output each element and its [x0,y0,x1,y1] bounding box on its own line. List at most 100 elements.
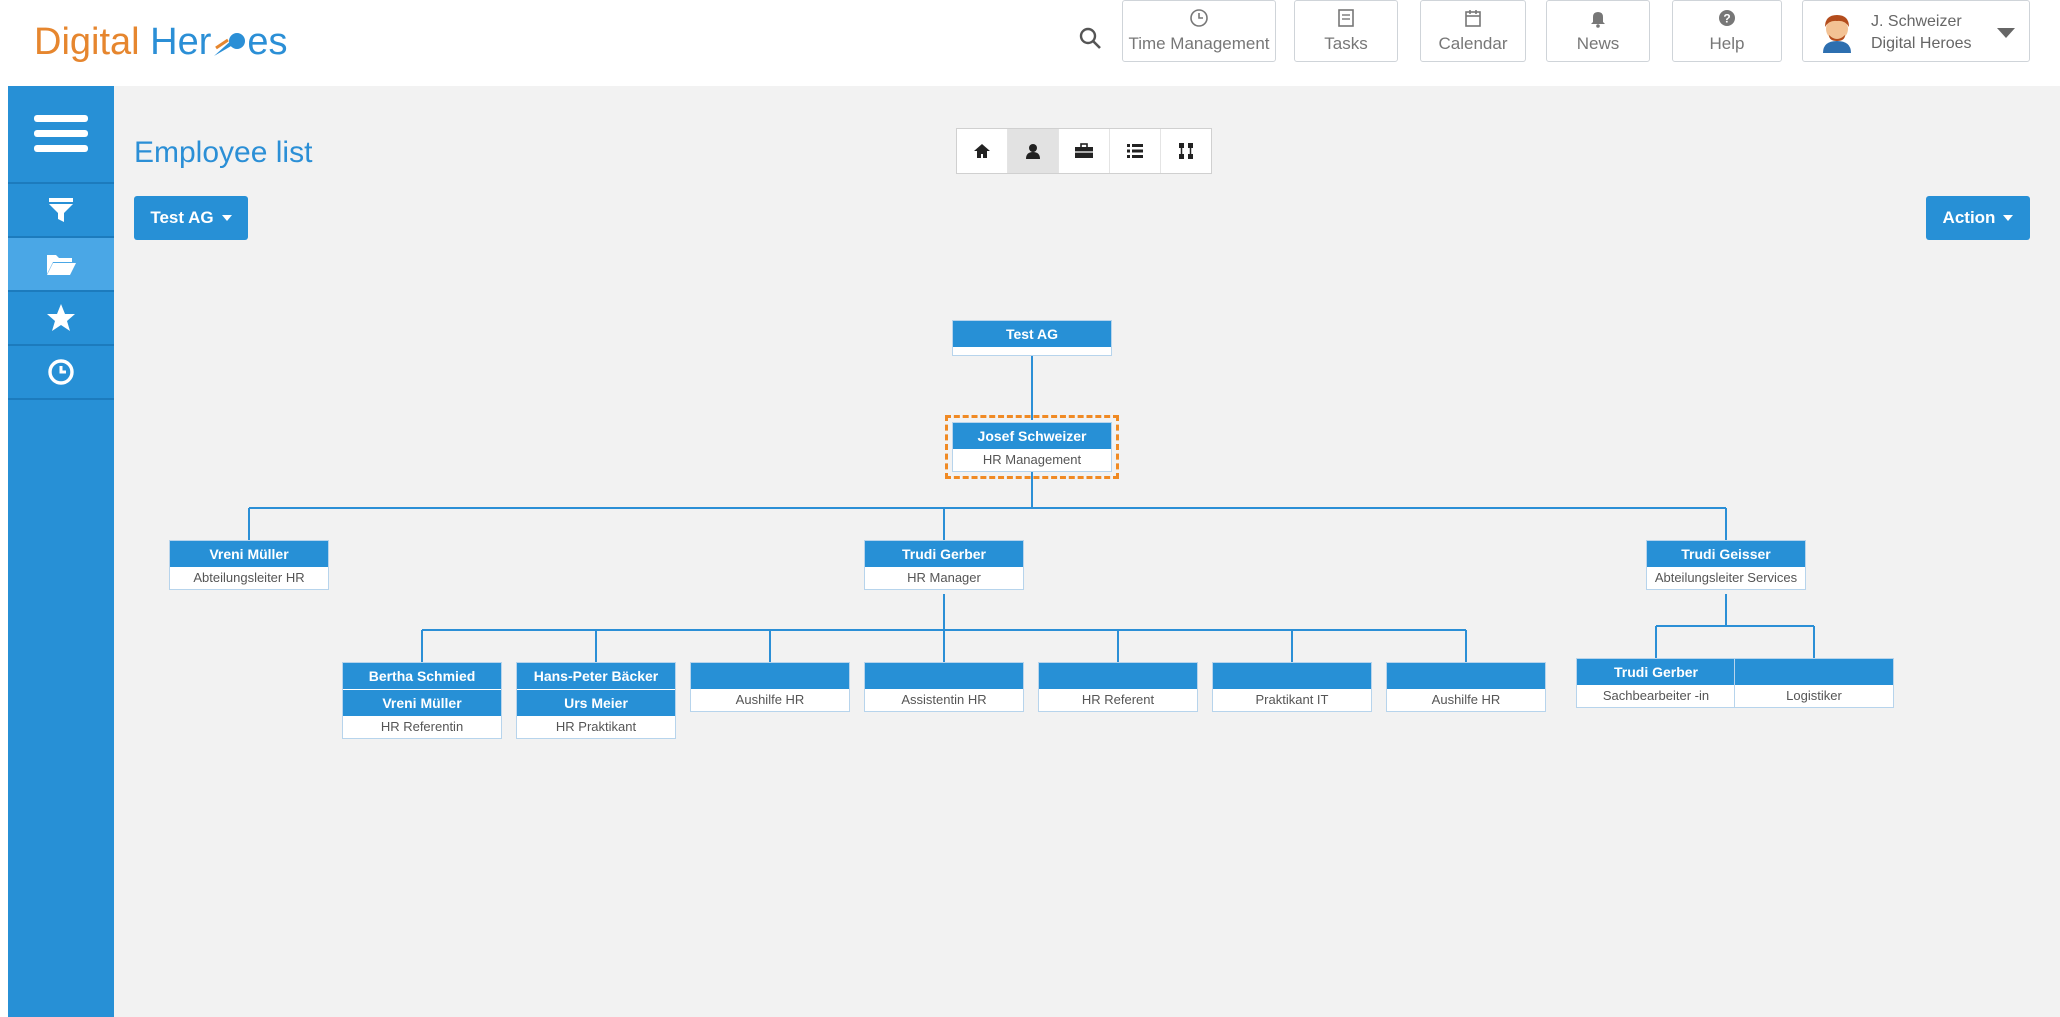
org-node-head[interactable]: Josef Schweizer HR Management [945,415,1119,479]
nav-news-button[interactable]: News [1546,0,1650,62]
org-node-level2[interactable]: Aushilfe HR [690,662,850,712]
org-node-level2[interactable]: Hans-Peter Bäcker Urs Meier HR Praktikan… [516,662,676,739]
org-node-role: Abteilungsleiter Services [1654,570,1798,585]
logo-word-es: es [247,21,288,63]
clock-icon [1189,8,1209,28]
clock-icon [48,359,74,385]
org-node-level2[interactable]: Logistiker [1734,658,1894,708]
folder-open-icon [47,255,76,275]
org-node-level2[interactable]: HR Referent [1038,662,1198,712]
avatar [1823,15,1851,53]
logo[interactable]: Digital Her es [34,18,288,66]
org-node-role: Praktikant IT [1255,692,1329,707]
org-node-root[interactable]: Test AG [952,320,1112,356]
org-node-level2[interactable]: Bertha Schmied Vreni Müller HR Referenti… [342,662,502,739]
org-node-role: Aushilfe HR [735,692,805,707]
user-menu[interactable]: J. Schweizer Digital Heroes [1802,0,2030,62]
org-node-name: Urs Meier [517,689,675,716]
sidebar-item-recent[interactable] [8,346,114,400]
org-node-name: Trudi Gerber [865,541,1023,567]
action-button[interactable]: Action [1926,196,2030,240]
menu-toggle-button[interactable] [8,86,114,184]
search-icon [1079,27,1101,49]
org-node-role: Assistentin HR [901,692,987,707]
tasks-icon [1337,8,1355,28]
list-icon [1127,144,1143,158]
org-node-name [1039,663,1197,689]
org-node-name: Hans-Peter Bäcker [517,663,675,689]
org-node-role: HR Management [982,452,1082,467]
user-name: J. Schweizer [1871,13,1962,30]
org-node-role: Sachbearbeiter -in [1602,688,1710,703]
nav-label: Help [1709,34,1745,53]
org-node-name: Vreni Müller [170,541,328,567]
company-select-label: Test AG [150,208,214,227]
org-node-name [1387,663,1545,689]
svg-text:?: ? [1723,12,1730,26]
home-icon [974,144,990,158]
caret-down-icon [221,215,232,221]
view-person-button[interactable] [1008,129,1059,173]
logo-word-digital: Digital [34,21,140,63]
org-node-level1[interactable]: Trudi Gerber HR Manager [864,540,1024,590]
view-home-button[interactable] [957,129,1008,173]
nav-label: Calendar [1438,34,1508,53]
sidebar-item-filter[interactable] [8,184,114,238]
sidebar-item-folder[interactable] [8,238,114,292]
org-node-role: Logistiker [1786,688,1842,703]
org-node-role: HR Praktikant [555,719,637,734]
org-node-name [865,663,1023,689]
nav-label: News [1576,34,1620,53]
org-node-level2[interactable]: Praktikant IT [1212,662,1372,712]
org-node-level1[interactable]: Trudi Geisser Abteilungsleiter Services [1646,540,1806,590]
org-node-level2[interactable]: Trudi Gerber Sachbearbeiter -in [1576,658,1736,708]
org-node-level2[interactable]: Aushilfe HR [1386,662,1546,712]
search-button[interactable] [1073,20,1107,56]
view-list-button[interactable] [1110,129,1161,173]
sidebar [8,86,114,1017]
org-node-name: Bertha Schmied [343,663,501,689]
action-label: Action [1942,208,1996,227]
bell-icon [1589,8,1607,28]
briefcase-icon [1075,143,1093,158]
org-node-role: Aushilfe HR [1431,692,1501,707]
user-company: Digital Heroes [1871,35,1972,52]
org-node-level1[interactable]: Vreni Müller Abteilungsleiter HR [169,540,329,590]
logo-word-her: Her [150,21,212,63]
menu-icon [34,115,88,152]
org-node-name [1735,659,1893,685]
caret-down-icon [2003,215,2014,221]
nav-time-management-button[interactable]: Time Management [1122,0,1276,62]
view-briefcase-button[interactable] [1059,129,1110,173]
nav-label: Time Management [1128,34,1270,53]
filter-icon [49,198,73,222]
org-node-name: Vreni Müller [343,689,501,716]
org-node-name: Trudi Gerber [1577,659,1735,685]
nav-tasks-button[interactable]: Tasks [1294,0,1398,62]
org-node-name: Trudi Geisser [1647,541,1805,567]
sidebar-item-favorites[interactable] [8,292,114,346]
person-icon [1026,144,1040,159]
chevron-down-icon [1997,28,2015,38]
org-node-title: Test AG [953,321,1111,347]
company-select-button[interactable]: Test AG [134,196,248,240]
view-hierarchy-button[interactable] [1161,129,1211,173]
org-node-role: HR Manager [907,570,981,585]
org-node-name: Josef Schweizer [953,423,1111,449]
calendar-icon [1464,8,1482,28]
org-node-empty-row [953,347,1111,355]
nav-calendar-button[interactable]: Calendar [1420,0,1526,62]
org-node-role: HR Referent [1081,692,1155,707]
org-node-role: HR Referentin [380,719,464,734]
nav-label: Tasks [1324,34,1368,53]
view-switcher [956,128,1212,174]
org-node-role: Abteilungsleiter HR [193,570,305,585]
org-node-name [691,663,849,689]
hierarchy-icon [1179,143,1193,159]
org-node-name [1213,663,1371,689]
help-icon: ? [1717,8,1737,28]
page-title: Employee list [134,136,313,169]
comet-icon [214,33,246,56]
nav-help-button[interactable]: ? Help [1672,0,1782,62]
org-node-level2[interactable]: Assistentin HR [864,662,1024,712]
